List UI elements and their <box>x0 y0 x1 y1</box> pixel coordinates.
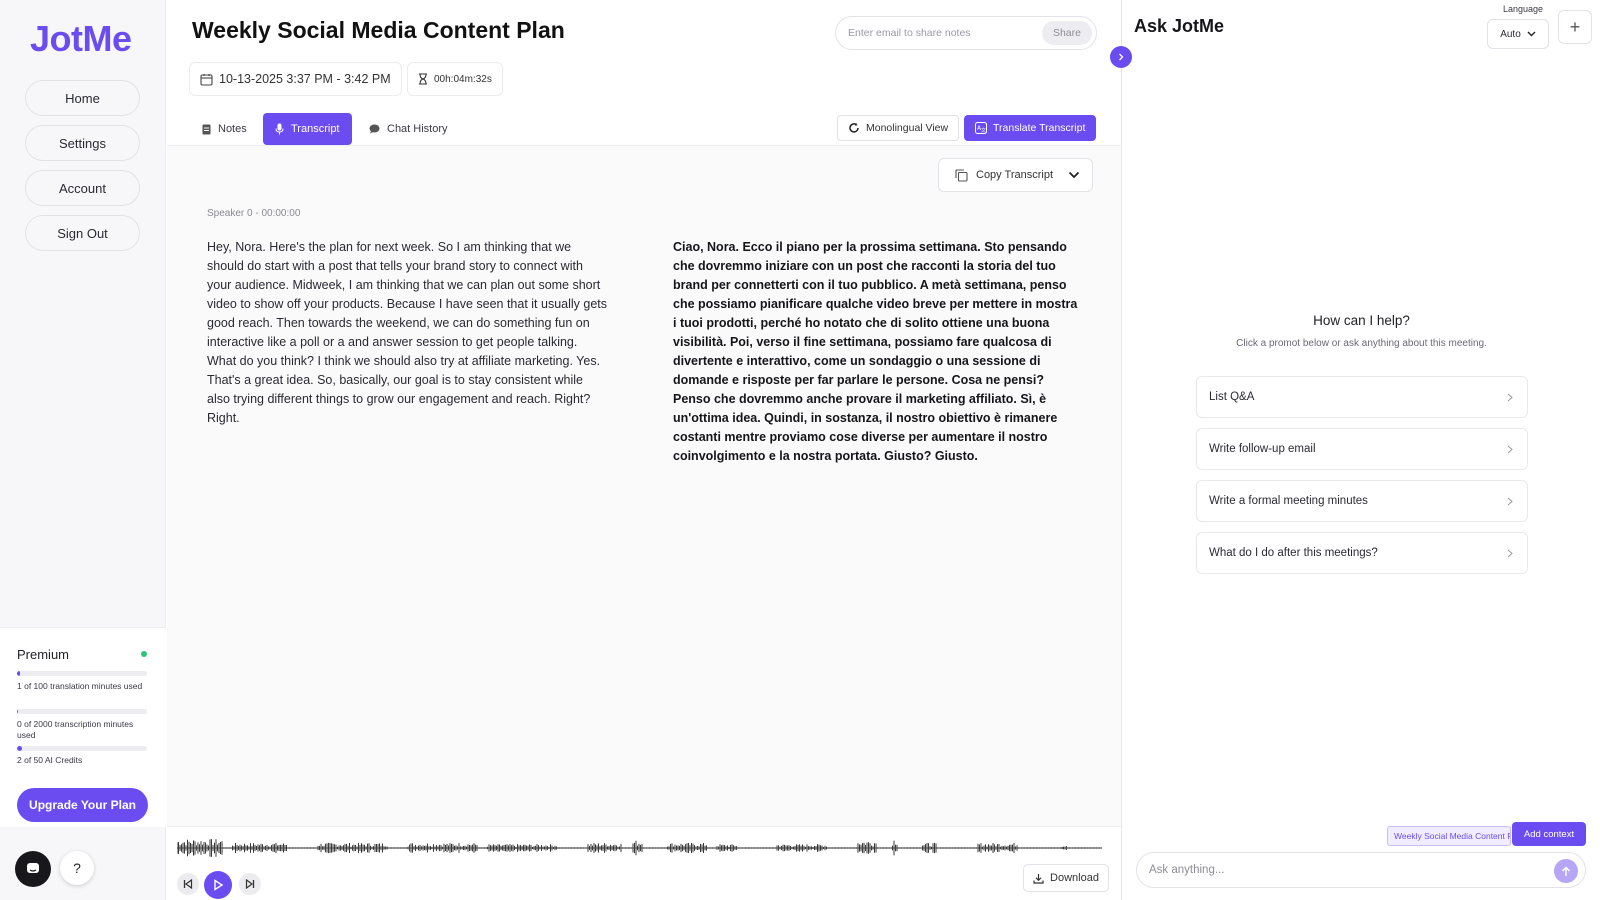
audio-player: Download <box>167 826 1121 900</box>
arrow-up-icon <box>1561 865 1571 876</box>
share-button[interactable]: Share <box>1041 21 1092 45</box>
translation-usage-bar <box>17 671 147 676</box>
monolingual-view-button[interactable]: Monolingual View <box>837 115 960 141</box>
language-value: Auto <box>1500 28 1521 40</box>
transcription-usage-text: 0 of 2000 transcription minutes used <box>17 719 134 740</box>
tab-chat-history-label: Chat History <box>387 123 448 135</box>
prompt-follow-up-email[interactable]: Write follow-up email <box>1196 428 1528 470</box>
sidebar-item-account[interactable]: Account <box>25 170 140 206</box>
meeting-duration: 00h:04m:32s <box>434 73 492 85</box>
tab-notes-label: Notes <box>218 123 247 135</box>
meeting-date-chip: 10-13-2025 3:37 PM - 3:42 PM <box>189 62 402 96</box>
prompt-label: What do I do after this meetings? <box>1209 547 1378 559</box>
help-button[interactable]: ? <box>60 851 94 885</box>
skip-back-button[interactable] <box>177 873 199 895</box>
transcript-original-text: Hey, Nora. Here's the plan for next week… <box>207 240 608 425</box>
chat-support-button[interactable] <box>15 851 51 887</box>
ai-credits-usage-bar <box>17 746 147 751</box>
translate-icon: A文 <box>975 122 987 134</box>
translation-usage-text: 1 of 100 translation minutes used <box>17 681 143 691</box>
language-label: Language <box>1503 4 1544 14</box>
share-email-input[interactable] <box>848 27 1048 39</box>
prompt-meeting-minutes[interactable]: Write a formal meeting minutes <box>1196 480 1528 522</box>
collapse-panel-button[interactable] <box>1110 46 1132 68</box>
ask-box <box>1136 852 1586 888</box>
sidebar-item-home[interactable]: Home <box>25 80 140 116</box>
chevron-right-icon <box>1119 53 1124 61</box>
panel-title: Ask JotMe <box>1134 16 1225 36</box>
calendar-icon <box>200 73 213 86</box>
microphone-icon <box>275 123 284 135</box>
ai-credits-usage-fill <box>17 746 23 751</box>
sidebar-item-sign-out[interactable]: Sign Out <box>25 215 140 251</box>
ai-credits-usage-text: 2 of 50 AI Credits <box>17 755 83 765</box>
audio-waveform[interactable] <box>177 833 1102 863</box>
svg-text:文: 文 <box>981 127 986 134</box>
document-icon <box>202 124 211 134</box>
add-context-button[interactable]: Add context <box>1512 822 1586 846</box>
meeting-date-range: 10-13-2025 3:37 PM - 3:42 PM <box>219 72 391 86</box>
app-logo[interactable]: JotMe <box>30 18 132 60</box>
new-chat-button[interactable]: + <box>1558 10 1592 44</box>
ask-input[interactable] <box>1149 864 1539 876</box>
chat-icon <box>369 124 380 134</box>
context-chip[interactable]: Weekly Social Media Content Plan <box>1387 826 1511 846</box>
chevron-right-icon <box>1507 393 1513 401</box>
prompt-label: Write a formal meeting minutes <box>1209 495 1368 507</box>
skip-back-icon <box>183 879 193 889</box>
tab-notes[interactable]: Notes <box>190 113 259 145</box>
speaker-label: Speaker 0 - 00:00:00 <box>207 208 301 219</box>
translate-transcript-label: Translate Transcript <box>993 122 1086 134</box>
transcript-translated-text: Ciao, Nora. Ecco il piano per la prossim… <box>673 240 1078 463</box>
transcription-usage-fill <box>17 709 19 714</box>
upgrade-plan-button[interactable]: Upgrade Your Plan <box>17 788 148 822</box>
translation-usage-fill <box>17 671 20 676</box>
sidebar-item-settings[interactable]: Settings <box>25 125 140 161</box>
prompt-label: List Q&A <box>1209 391 1255 403</box>
language-select[interactable]: Auto <box>1487 19 1549 49</box>
translate-transcript-button[interactable]: A文 Translate Transcript <box>964 115 1097 141</box>
download-button[interactable]: Download <box>1023 864 1109 892</box>
help-heading: How can I help? <box>1313 313 1410 328</box>
skip-forward-icon <box>245 879 255 889</box>
download-icon <box>1033 873 1044 884</box>
chevron-right-icon <box>1507 497 1513 505</box>
transcription-usage-bar <box>17 709 147 714</box>
skip-forward-button[interactable] <box>239 873 261 895</box>
prompt-list-qa[interactable]: List Q&A <box>1196 376 1528 418</box>
plan-status-dot <box>141 651 147 657</box>
play-button[interactable] <box>204 871 232 899</box>
tab-transcript-label: Transcript <box>291 123 340 135</box>
meeting-duration-chip: 00h:04m:32s <box>407 62 503 96</box>
sidebar: JotMe Home Settings Account Sign Out Pre… <box>0 0 166 900</box>
chevron-down-icon <box>1527 31 1536 37</box>
ask-panel: Ask JotMe Language Auto + How can I help… <box>1121 0 1600 900</box>
copy-transcript-label: Copy Transcript <box>976 169 1054 181</box>
main-content: Weekly Social Media Content Plan Share 1… <box>167 0 1121 900</box>
chevron-right-icon <box>1507 445 1513 453</box>
prompt-next-steps[interactable]: What do I do after this meetings? <box>1196 532 1528 574</box>
refresh-icon <box>849 122 859 133</box>
play-icon <box>214 879 224 891</box>
plan-name: Premium <box>17 647 70 662</box>
copy-transcript-button[interactable]: Copy Transcript <box>938 158 1093 192</box>
monolingual-view-label: Monolingual View <box>866 122 949 134</box>
prompt-label: Write follow-up email <box>1209 443 1316 455</box>
send-button[interactable] <box>1554 859 1578 883</box>
tab-chat-history[interactable]: Chat History <box>357 113 460 145</box>
chat-bubble-icon <box>27 863 39 873</box>
help-subtitle: Click a promot below or ask anything abo… <box>1236 338 1487 349</box>
tab-transcript[interactable]: Transcript <box>263 113 352 145</box>
chevron-down-icon[interactable] <box>1068 171 1080 179</box>
transcript-area: Copy Transcript Speaker 0 - 00:00:00 Hey… <box>167 146 1121 826</box>
hourglass-icon <box>419 73 427 85</box>
chevron-right-icon <box>1507 549 1513 557</box>
download-label: Download <box>1050 872 1099 884</box>
page-title: Weekly Social Media Content Plan <box>192 17 565 43</box>
copy-icon <box>955 168 968 182</box>
share-notes-box: Share <box>835 16 1097 50</box>
